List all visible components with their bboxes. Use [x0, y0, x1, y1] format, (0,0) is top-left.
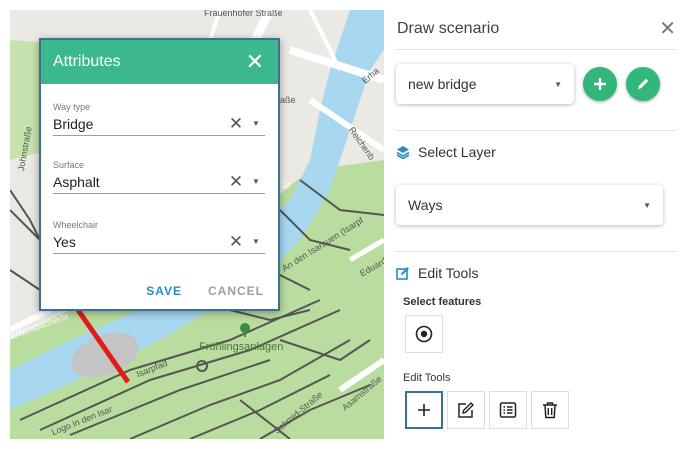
- close-icon[interactable]: ✕: [659, 16, 676, 41]
- add-scenario-button[interactable]: [583, 67, 617, 101]
- caret-down-icon: ▼: [554, 79, 562, 89]
- divider: [396, 130, 676, 131]
- wheelchair-label: Wheelchair: [53, 220, 99, 230]
- radio-target-icon: [415, 325, 433, 343]
- edit-tools-heading: Edit Tools: [396, 265, 478, 281]
- delete-feature-button[interactable]: [531, 391, 569, 429]
- caret-down-icon[interactable]: ▼: [247, 237, 265, 246]
- dialog-title: Attributes: [53, 53, 121, 70]
- edit-icon: [458, 402, 474, 418]
- pencil-icon: [638, 78, 649, 89]
- surface-field[interactable]: Surface Asphalt ✕ ▼: [53, 160, 265, 194]
- attributes-dialog: Attributes ✕ Way type Bridge ✕ ▼ Surface…: [39, 38, 280, 311]
- scenario-select[interactable]: new bridge ▼: [396, 64, 574, 104]
- cancel-button[interactable]: CANCEL: [208, 284, 264, 298]
- layers-icon: [396, 146, 410, 159]
- caret-down-icon: ▼: [643, 200, 651, 210]
- panel-title: Draw scenario: [397, 20, 500, 37]
- wheelchair-value: Yes: [53, 233, 76, 250]
- divider: [396, 251, 676, 252]
- map-street-label: ar: [282, 180, 291, 190]
- dialog-header: Attributes ✕: [41, 40, 278, 84]
- map-street-label: Frauenhofer Straße: [204, 10, 283, 18]
- wheelchair-select[interactable]: Yes ✕ ▼: [53, 230, 265, 254]
- caret-down-icon[interactable]: ▼: [247, 119, 265, 128]
- way-type-field[interactable]: Way type Bridge ✕ ▼: [53, 102, 265, 136]
- edit-square-icon: [396, 267, 409, 280]
- way-type-label: Way type: [53, 102, 91, 112]
- clear-icon[interactable]: ✕: [225, 172, 247, 192]
- attributes-button[interactable]: [489, 391, 527, 429]
- select-layer-label: Select Layer: [418, 144, 496, 160]
- add-feature-button[interactable]: [405, 391, 443, 429]
- caret-down-icon[interactable]: ▼: [247, 177, 265, 186]
- edit-tools-heading-label: Edit Tools: [418, 265, 479, 281]
- select-layer-heading: Select Layer: [396, 144, 496, 160]
- app-window: Frauenhofer Straße Erha aße Reichenb ar …: [0, 0, 697, 449]
- clear-icon[interactable]: ✕: [225, 114, 247, 134]
- edit-scenario-button[interactable]: [626, 67, 660, 101]
- clear-icon[interactable]: ✕: [225, 232, 247, 252]
- select-feature-button[interactable]: [405, 315, 443, 353]
- surface-select[interactable]: Asphalt ✕ ▼: [53, 170, 265, 194]
- surface-value: Asphalt: [53, 173, 100, 190]
- scenario-select-value: new bridge: [408, 76, 477, 92]
- way-type-value: Bridge: [53, 115, 94, 132]
- modify-feature-button[interactable]: [447, 391, 485, 429]
- select-features-label: Select features: [403, 296, 482, 308]
- map-street-label: aße: [280, 95, 296, 105]
- draw-scenario-panel: Draw scenario ✕ new bridge ▼ Select Laye…: [384, 10, 686, 439]
- close-icon[interactable]: ✕: [246, 51, 264, 73]
- wheelchair-field[interactable]: Wheelchair Yes ✕ ▼: [53, 220, 265, 254]
- save-button[interactable]: SAVE: [146, 284, 182, 298]
- delete-icon: [543, 402, 557, 419]
- layer-select-value: Ways: [408, 197, 443, 213]
- park-label: Frühlingsanlagen: [199, 341, 284, 353]
- add-icon: [418, 404, 430, 416]
- dialog-actions: SAVE CANCEL: [146, 284, 264, 298]
- layer-select[interactable]: Ways ▼: [396, 185, 663, 225]
- list-icon: [499, 402, 517, 418]
- surface-label: Surface: [53, 160, 85, 170]
- plus-icon: [594, 78, 606, 90]
- way-type-select[interactable]: Bridge ✕ ▼: [53, 112, 265, 136]
- divider: [396, 49, 676, 50]
- edit-tools-label: Edit Tools: [403, 372, 451, 384]
